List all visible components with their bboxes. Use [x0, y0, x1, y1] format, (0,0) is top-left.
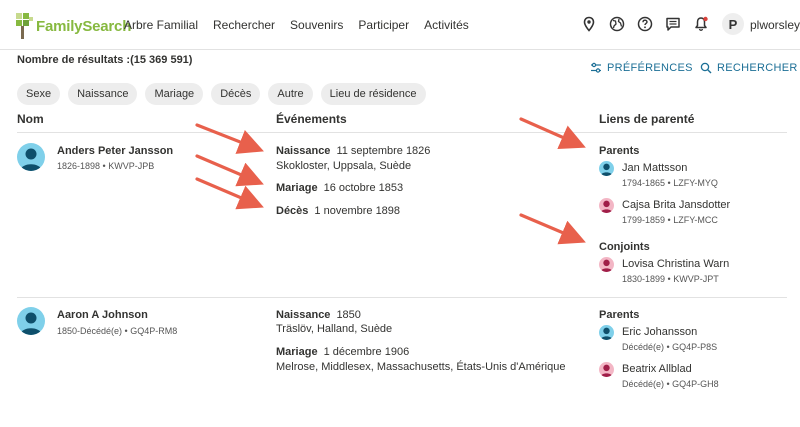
row-divider: [17, 297, 787, 298]
sliders-icon: [591, 62, 601, 73]
relative-name[interactable]: Jan Mattsson: [622, 162, 687, 174]
search-icon: [700, 62, 712, 74]
header-divider: [17, 132, 787, 133]
messages-icon[interactable]: [665, 16, 681, 32]
filter-chip-naissance[interactable]: Naissance: [68, 83, 138, 105]
main-nav: Arbre Familial Rechercher Souvenirs Part…: [124, 18, 484, 32]
column-header-nom: Nom: [17, 112, 44, 126]
event-deces: Décès 1 novembre 1898: [276, 205, 401, 217]
person-meta: 1850-Décédé(e) • GQ4P-RM8: [57, 326, 178, 336]
event-naissance: Naissance 1850: [276, 309, 361, 321]
nav-rechercher[interactable]: Rechercher: [213, 18, 275, 32]
location-pin-icon[interactable]: [581, 16, 597, 32]
results-count: Nombre de résultats :(15 369 591): [17, 54, 193, 66]
top-navigation-bar: FamilySearch Arbre Familial Rechercher S…: [0, 0, 800, 50]
male-avatar-icon: [17, 143, 45, 171]
event-mariage: Mariage 16 octobre 1853: [276, 182, 404, 194]
event-place: Melrose, Middlesex, Massachusetts, États…: [276, 361, 566, 373]
event-place: Träslöv, Halland, Suède: [276, 323, 393, 335]
search-label: RECHERCHER: [717, 62, 798, 74]
relative-meta: Décédé(e) • GQ4P-GH8: [622, 379, 719, 389]
event-mariage: Mariage 1 décembre 1906: [276, 346, 410, 358]
filter-chip-deces[interactable]: Décès: [211, 83, 261, 105]
relative-meta: Décédé(e) • GQ4P-P8S: [622, 342, 718, 352]
nav-arbre-familial[interactable]: Arbre Familial: [124, 18, 198, 32]
arrow-to-naissance: [195, 123, 264, 154]
parents-heading: Parents: [599, 309, 640, 321]
column-header-evenements: Événements: [276, 112, 347, 126]
event-place: Skokloster, Uppsala, Suède: [276, 160, 412, 172]
relative-meta: 1794-1865 • LZFY-MYQ: [622, 178, 718, 188]
female-avatar-icon: [599, 257, 614, 272]
filter-chip-mariage[interactable]: Mariage: [145, 83, 204, 105]
filter-chips: Sexe Naissance Mariage Décès Autre Lieu …: [17, 83, 434, 105]
arrow-to-mariage: [195, 154, 264, 187]
spouses-heading: Conjoints: [599, 241, 650, 253]
male-avatar-icon: [599, 161, 614, 176]
preferences-label: PRÉFÉRENCES: [607, 62, 693, 74]
relative-name[interactable]: Cajsa Brita Jansdotter: [622, 199, 730, 211]
filter-chip-autre[interactable]: Autre: [268, 83, 313, 105]
nav-participer[interactable]: Participer: [358, 18, 409, 32]
filter-chip-lieu-de-residence[interactable]: Lieu de résidence: [320, 83, 426, 105]
arrow-to-deces: [195, 177, 264, 210]
person-name[interactable]: Anders Peter Jansson: [57, 145, 173, 157]
person-meta: 1826-1898 • KWVP-JPB: [57, 161, 155, 171]
globe-icon[interactable]: [609, 16, 625, 32]
logo-text: FamilySearch: [36, 17, 132, 35]
nav-activites[interactable]: Activités: [424, 18, 469, 32]
relative-name[interactable]: Eric Johansson: [622, 326, 697, 338]
relative-meta: 1799-1859 • LZFY-MCC: [622, 215, 718, 225]
user-avatar[interactable]: P: [722, 13, 744, 35]
relative-meta: 1830-1899 • KWVP-JPT: [622, 274, 719, 284]
familysearch-logo[interactable]: FamilySearch: [14, 10, 131, 42]
female-avatar-icon: [599, 198, 614, 213]
male-avatar-icon: [17, 307, 45, 335]
tree-logo-icon: [16, 13, 33, 39]
relative-name[interactable]: Lovisa Christina Warn: [622, 258, 729, 270]
username[interactable]: plworsley: [750, 18, 800, 32]
nav-souvenirs[interactable]: Souvenirs: [290, 18, 343, 32]
notifications-bell-icon[interactable]: [693, 16, 709, 32]
filter-chip-sexe[interactable]: Sexe: [17, 83, 61, 105]
parents-heading: Parents: [599, 145, 640, 157]
column-header-liens-de-parente: Liens de parenté: [599, 112, 695, 126]
female-avatar-icon: [599, 362, 614, 377]
relative-name[interactable]: Beatrix Allblad: [622, 363, 692, 375]
arrow-to-conjoints: [519, 213, 586, 245]
male-avatar-icon: [599, 325, 614, 340]
help-icon[interactable]: [637, 16, 653, 32]
person-name[interactable]: Aaron A Johnson: [57, 309, 148, 321]
preferences-button[interactable]: PRÉFÉRENCES: [590, 62, 693, 74]
search-button[interactable]: RECHERCHER: [700, 62, 798, 74]
event-naissance: Naissance 11 septembre 1826: [276, 145, 431, 157]
